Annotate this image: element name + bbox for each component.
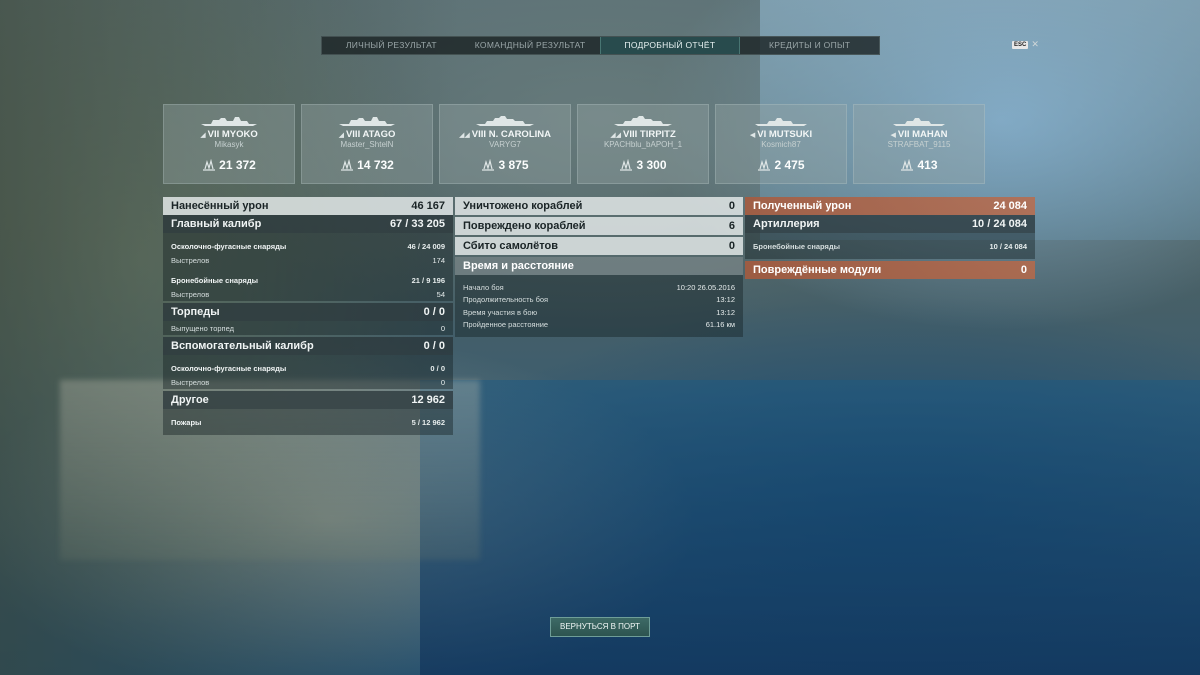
torpedoes-row: Торпеды 0 / 0 [163,303,453,321]
damage-icon [341,159,354,171]
tab-credits-xp[interactable]: КРЕДИТЫ И ОПЫТ [740,37,879,54]
received-ap-row: Бронебойные снаряды 10 / 24 084 [745,239,1035,253]
damage-icon [901,159,914,171]
close-button[interactable]: ESC ✕ [1012,39,1039,50]
damage-dealt-row: Нанесённый урон 46 167 [163,197,453,215]
damage-dealt-panel: Нанесённый урон 46 167 Главный калибр 67 /… [163,197,453,435]
he-shots-row: Выстрелов 174 [163,253,453,267]
battleship-class-icon: ◢◢ [459,132,470,139]
damage-received-row: Полученный урон 24 084 [745,197,1035,215]
ship-card[interactable]: ◢◢ VIII N. CAROLINA VARYG7 3 875 [439,104,571,184]
battle-start-row: Начало боя 10:20 26.05.2016 [455,281,743,294]
damage-value: 14 732 [357,158,394,172]
torpedoes-fired-row: Выпущено торпед 0 [163,321,453,335]
report-tabs: ЛИЧНЫЙ РЕЗУЛЬТАТ КОМАНДНЫЙ РЕЗУЛЬТАТ ПОД… [321,36,880,55]
damage-icon [620,159,633,171]
ship-tier: VII [207,129,220,140]
destroyer-class-icon: ◀ [749,132,756,139]
player-name: VARYG7 [489,140,521,149]
ship-silhouette-icon [201,117,257,126]
ship-card[interactable]: ◀ VI MUTSUKI Kosmich87 2 475 [715,104,847,184]
artillery-row: Артиллерия 10 / 24 084 [745,215,1035,233]
ship-name: TIRPITZ [639,129,676,140]
main-battery-row: Главный калибр 67 / 33 205 [163,215,453,233]
damage-icon [482,159,495,171]
ship-name: N. CAROLINA [488,129,551,140]
player-name: KPACHblu_bAPOH_1 [603,140,683,149]
esc-key-icon: ESC [1012,40,1029,49]
battle-summary-panel: Уничтожено кораблей 0 Повреждено кораблей… [455,197,743,337]
he-shells-row: Осколочно-фугасные снаряды 46 / 24 009 [163,239,453,253]
planes-shot-down-row: Сбито самолётов 0 [455,237,743,255]
other-damage-row: Другое 12 962 [163,391,453,409]
ship-card[interactable]: ◢◢ VIII TIRPITZ KPACHblu_bAPOH_1 3 300 [577,104,709,184]
damage-value: 2 475 [774,158,805,172]
ship-card[interactable]: ◢ VII MYOKO Mikasyk 21 372 [163,104,295,184]
ship-name: MAHAN [912,129,948,140]
ship-card[interactable]: ◢ VIII ATAGO Master_ShtelN 14 732 [301,104,433,184]
damaged-ships-list: ◢ VII MYOKO Mikasyk 21 372 ◢ VIII ATAGO Ma… [163,104,985,184]
ship-tier: VIII [622,129,638,140]
damaged-modules-row: Повреждённые модули 0 [745,261,1035,279]
player-name: STRAFBAT_9115 [887,140,951,149]
fires-row: Пожары 5 / 12 962 [163,415,453,429]
close-icon: ✕ [1031,39,1039,49]
damage-value: 413 [917,158,938,172]
ship-card[interactable]: ◀ VII MAHAN STRAFBAT_9115 413 [853,104,985,184]
player-name: Master_ShtelN [340,140,394,149]
ship-tier: VII [897,129,910,140]
ship-name: ATAGO [362,129,396,140]
secondary-shots-row: Выстрелов 0 [163,375,453,389]
damage-value: 21 372 [219,158,256,172]
ship-silhouette-icon [476,116,534,126]
damage-icon [203,159,216,171]
ship-tier: VIII [345,129,361,140]
tab-detailed-report[interactable]: ПОДРОБНЫЙ ОТЧЁТ [599,37,741,54]
player-name: Mikasyk [214,140,244,149]
cruiser-class-icon: ◢ [200,132,206,139]
damage-value: 3 300 [636,158,667,172]
ship-tier: VI [757,129,767,140]
player-name: Kosmich87 [761,140,801,149]
ap-shots-row: Выстрелов 54 [163,287,453,301]
ship-name: MYOKO [221,129,258,140]
participation-time-row: Время участия в бою 13:12 [455,306,743,319]
battleship-class-icon: ◢◢ [610,132,621,139]
distance-traveled-row: Пройденное расстояние 61.16 км [455,318,743,331]
cruiser-class-icon: ◢ [338,132,344,139]
ships-destroyed-row: Уничтожено кораблей 0 [455,197,743,215]
ship-name: MUTSUKI [768,129,813,140]
battle-duration-row: Продолжительность боя 13:12 [455,293,743,306]
damage-received-panel: Полученный урон 24 084 Артиллерия 10 / 24 … [745,197,1035,279]
ship-silhouette-icon [614,116,672,126]
return-to-port-button[interactable]: ВЕРНУТЬСЯ В ПОРТ [550,617,650,637]
time-distance-header: Время и расстояние [455,257,743,275]
tab-team-result[interactable]: КОМАНДНЫЙ РЕЗУЛЬТАТ [461,37,600,54]
damage-value: 3 875 [498,158,529,172]
ap-shells-row: Бронебойные снаряды 21 / 9 196 [163,273,453,287]
secondary-battery-row: Вспомогательный калибр 0 / 0 [163,337,453,355]
ship-silhouette-icon [893,118,945,126]
ships-damaged-row: Повреждено кораблей 6 [455,217,743,235]
ship-tier: VIII [471,129,487,140]
background-sea [420,380,1200,675]
tab-personal-result[interactable]: ЛИЧНЫЙ РЕЗУЛЬТАТ [322,37,461,54]
ship-silhouette-icon [339,117,395,126]
secondary-he-row: Осколочно-фугасные снаряды 0 / 0 [163,361,453,375]
damage-icon [758,159,771,171]
destroyer-class-icon: ◀ [890,132,896,139]
ship-silhouette-icon [755,118,807,126]
